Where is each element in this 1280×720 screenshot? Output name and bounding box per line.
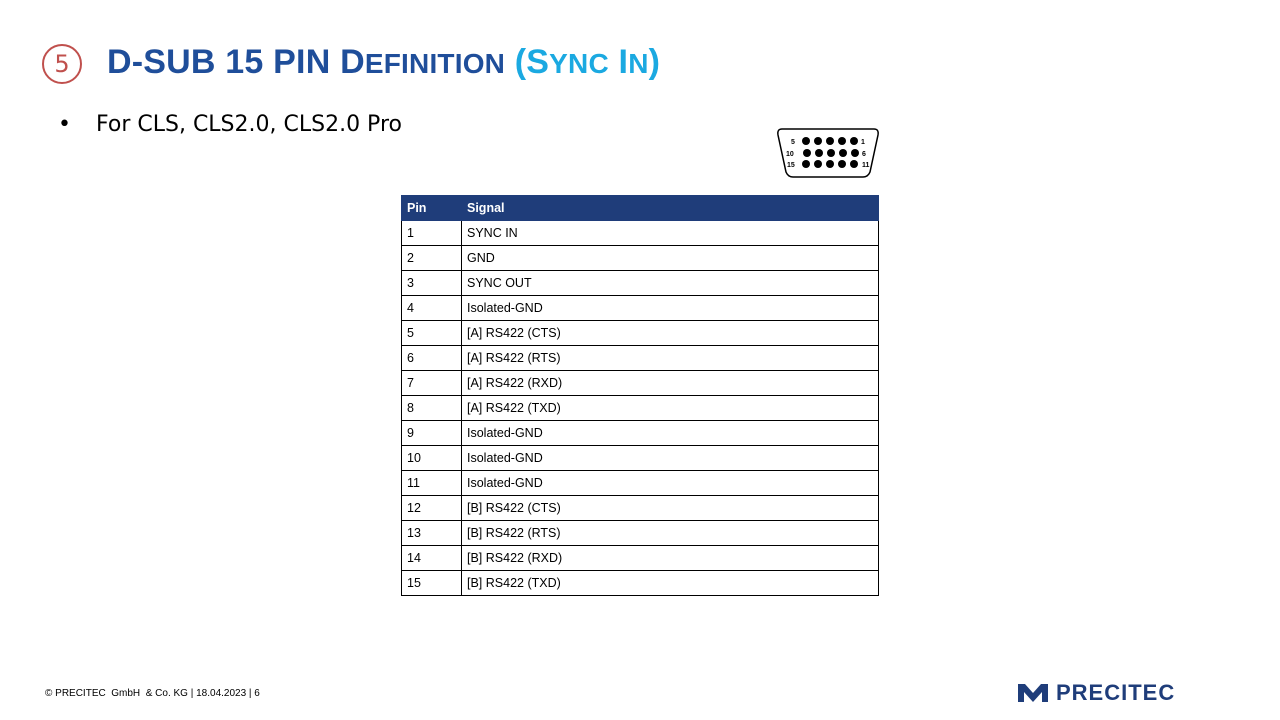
signal-cell: Isolated-GND bbox=[461, 295, 879, 321]
table-row: 7 [A] RS422 (RXD) bbox=[401, 370, 879, 396]
table-row: 6 [A] RS422 (RTS) bbox=[401, 345, 879, 371]
column-header-signal: Signal bbox=[461, 195, 879, 221]
connector-label-6: 6 bbox=[862, 151, 866, 158]
pin-number-cell: 6 bbox=[401, 345, 462, 371]
connector-label-15: 15 bbox=[787, 162, 795, 169]
connector-label-5: 5 bbox=[791, 139, 795, 146]
table-row: 4 Isolated-GND bbox=[401, 295, 879, 321]
pin-number-cell: 4 bbox=[401, 295, 462, 321]
bullet-item: • For CLS, CLS2.0, CLS2.0 Pro bbox=[58, 112, 402, 137]
table-row: 13 [B] RS422 (RTS) bbox=[401, 520, 879, 546]
signal-cell: Isolated-GND bbox=[461, 445, 879, 471]
pin-number-cell: 7 bbox=[401, 370, 462, 396]
pin-number-cell: 10 bbox=[401, 445, 462, 471]
footer-copyright: © PRECITEC GmbH & Co. KG | 18.04.2023 | … bbox=[45, 688, 260, 699]
signal-cell: [B] RS422 (TXD) bbox=[461, 570, 879, 596]
title-accent-n: n bbox=[628, 48, 649, 79]
signal-cell: Isolated-GND bbox=[461, 470, 879, 496]
pin-number-cell: 1 bbox=[401, 220, 462, 246]
pin-number-cell: 11 bbox=[401, 470, 462, 496]
title-accent: (Sync In) bbox=[515, 43, 660, 81]
table-row: 11 Isolated-GND bbox=[401, 470, 879, 496]
logo-text: PRECITEC bbox=[1056, 680, 1176, 705]
signal-cell: GND bbox=[461, 245, 879, 271]
signal-cell: SYNC OUT bbox=[461, 270, 879, 296]
signal-cell: Isolated-GND bbox=[461, 420, 879, 446]
pin-number-cell: 15 bbox=[401, 570, 462, 596]
title-accent-close: ) bbox=[648, 43, 661, 81]
signal-cell: [B] RS422 (RXD) bbox=[461, 545, 879, 571]
connector-label-10: 10 bbox=[786, 151, 794, 158]
signal-cell: [A] RS422 (TXD) bbox=[461, 395, 879, 421]
table-row: 3 SYNC OUT bbox=[401, 270, 879, 296]
table-row: 12 [B] RS422 (CTS) bbox=[401, 495, 879, 521]
signal-cell: [A] RS422 (CTS) bbox=[461, 320, 879, 346]
connector-label-1: 1 bbox=[861, 139, 865, 146]
precitec-logo-icon bbox=[1018, 684, 1048, 702]
title-accent-sync: ync bbox=[549, 48, 609, 79]
precitec-logo: PRECITEC bbox=[1018, 680, 1175, 706]
bullet-symbol: • bbox=[58, 112, 71, 137]
table-row: 5 [A] RS422 (CTS) bbox=[401, 320, 879, 346]
column-header-pin: Pin bbox=[401, 195, 462, 221]
step-number-badge: 5 bbox=[42, 44, 82, 84]
signal-cell: [B] RS422 (RTS) bbox=[461, 520, 879, 546]
pin-number-cell: 8 bbox=[401, 395, 462, 421]
table-row: 2 GND bbox=[401, 245, 879, 271]
signal-cell: [A] RS422 (RXD) bbox=[461, 370, 879, 396]
pin-number-cell: 9 bbox=[401, 420, 462, 446]
pin-number-cell: 12 bbox=[401, 495, 462, 521]
table-row: 1 SYNC IN bbox=[401, 220, 879, 246]
d-sub-15-connector-icon: 5 1 10 6 15 11 bbox=[777, 128, 879, 178]
table-header-row: Pin Signal bbox=[401, 195, 879, 221]
pin-number-cell: 3 bbox=[401, 270, 462, 296]
step-number: 5 bbox=[54, 50, 70, 78]
table-row: 15 [B] RS422 (TXD) bbox=[401, 570, 879, 596]
signal-cell: SYNC IN bbox=[461, 220, 879, 246]
pin-number-cell: 5 bbox=[401, 320, 462, 346]
title-small-caps: efinition bbox=[364, 48, 506, 79]
signal-cell: [A] RS422 (RTS) bbox=[461, 345, 879, 371]
bullet-text: For CLS, CLS2.0, CLS2.0 Pro bbox=[96, 112, 402, 137]
pin-number-cell: 2 bbox=[401, 245, 462, 271]
connector-label-11: 11 bbox=[862, 162, 870, 169]
table-row: 14 [B] RS422 (RXD) bbox=[401, 545, 879, 571]
pin-number-cell: 14 bbox=[401, 545, 462, 571]
title-main: D-SUB 15 PIN D bbox=[107, 43, 365, 81]
pin-number-cell: 13 bbox=[401, 520, 462, 546]
pin-definition-table: Pin Signal 1 SYNC IN 2 GND 3 SYNC OUT 4 Isolate… bbox=[401, 195, 879, 596]
table-body: 1 SYNC IN 2 GND 3 SYNC OUT 4 Isolated-GND 5 [A] R… bbox=[401, 220, 879, 596]
table-row: 8 [A] RS422 (TXD) bbox=[401, 395, 879, 421]
page-title: D-SUB 15 PIN Definition (Sync In) bbox=[107, 43, 660, 82]
table-row: 9 Isolated-GND bbox=[401, 420, 879, 446]
signal-cell: [B] RS422 (CTS) bbox=[461, 495, 879, 521]
title-accent-i: I bbox=[608, 43, 629, 81]
table-row: 10 Isolated-GND bbox=[401, 445, 879, 471]
title-accent-open: (S bbox=[514, 43, 550, 81]
